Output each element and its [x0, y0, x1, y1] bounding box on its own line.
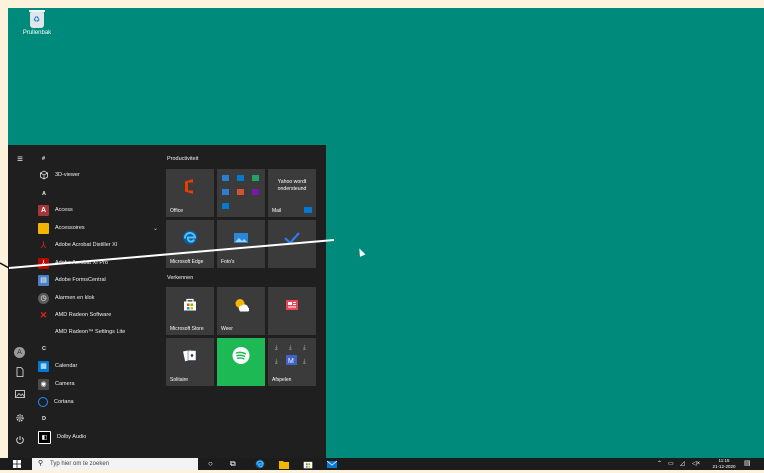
cortana-button[interactable]: ○	[208, 458, 213, 470]
battery-icon[interactable]: ▭	[668, 458, 674, 470]
taskbar-search[interactable]: ⚲ Typ hier om te zoeken	[32, 458, 198, 470]
file-explorer-icon[interactable]	[279, 458, 289, 470]
mail-taskbar-icon[interactable]	[326, 458, 338, 470]
system-clock[interactable]: 11:15 21-12-2020	[708, 458, 740, 470]
notifications-icon[interactable]: ▤	[744, 458, 751, 470]
search-placeholder: Typ hier om te zoeken	[50, 461, 110, 467]
edge-taskbar-icon[interactable]	[255, 458, 265, 470]
taskbar: ⚲ Typ hier om te zoeken ○ ⧉ ⌃ ▭ ◿ ◁× 11:…	[0, 458, 764, 470]
overlay-stroke	[0, 239, 335, 269]
task-view-button[interactable]: ⧉	[230, 458, 236, 470]
search-icon: ⚲	[38, 460, 44, 467]
volume-icon[interactable]: ◁×	[692, 458, 700, 470]
windows-start-button[interactable]	[13, 458, 21, 470]
tray-chevron-up-icon[interactable]: ⌃	[657, 458, 662, 470]
store-taskbar-icon[interactable]	[303, 458, 313, 470]
network-icon[interactable]: ◿	[680, 458, 685, 470]
clock-date: 21-12-2020	[712, 464, 736, 469]
